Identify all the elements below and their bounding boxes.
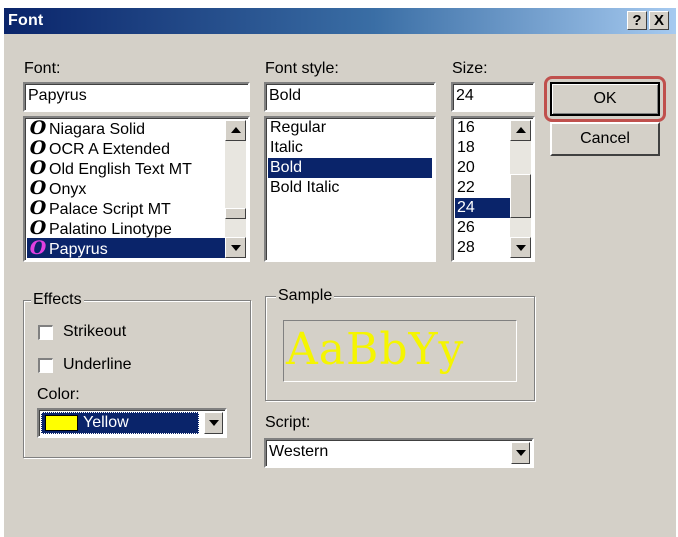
font-name-input[interactable]: Papyrus [23,82,250,112]
help-button[interactable]: ? [627,11,647,30]
scroll-down-button[interactable] [510,237,531,258]
title-bar[interactable]: Font ? X [4,8,676,34]
chevron-down-icon [516,450,526,456]
list-item-label: Old English Text MT [49,161,192,178]
strikeout-checkbox[interactable] [38,325,53,340]
size-list[interactable]: 16 18 20 22 24 26 28 [451,116,535,262]
underline-label[interactable]: Underline [63,356,131,374]
font-name-value: Papyrus [28,87,87,104]
list-item-label: 26 [457,219,475,236]
scroll-up-button[interactable] [225,120,246,141]
close-button[interactable]: X [649,11,669,30]
color-dropdown-button[interactable] [204,412,223,434]
opentype-font-icon: O [29,177,47,199]
list-item[interactable]: O OCR A Extended [27,138,246,158]
size-label: Size: [452,60,488,77]
sample-text: AaBbYy [286,324,465,375]
opentype-font-icon: O [29,237,47,259]
scroll-up-button[interactable] [510,120,531,141]
font-style-list[interactable]: Regular Italic Bold Bold Italic [264,116,436,262]
scroll-thumb[interactable] [225,208,246,219]
sample-label: Sample [276,287,335,305]
arrow-down-icon [231,245,241,251]
list-item-label: Onyx [49,181,87,198]
script-dropdown-button[interactable] [511,442,530,464]
font-style-label: Font style: [265,60,339,77]
font-list-scrollbar[interactable] [225,120,246,258]
font-list[interactable]: O Niagara Solid O OCR A Extended O Old Englis… [23,116,250,262]
chevron-down-icon [209,420,219,426]
cancel-button[interactable]: Cancel [550,122,660,156]
font-dialog: Font ? X Font: Papyrus O Niagara Solid O OC… [4,8,676,537]
dialog-title: Font [8,12,44,29]
font-style-value: Bold [269,87,302,104]
color-select[interactable]: Yellow [37,408,227,438]
arrow-up-icon [516,127,526,133]
opentype-font-icon: O [29,137,47,159]
list-item-label: 24 [457,199,475,216]
script-value: Western [269,443,329,460]
color-swatch [45,415,78,431]
size-value: 24 [456,87,474,104]
list-item-label: Bold [270,159,303,176]
opentype-font-icon: O [29,117,47,139]
list-item[interactable]: Bold Italic [268,178,432,198]
underline-checkbox[interactable] [38,358,53,373]
list-item[interactable]: O Papyrus [27,238,246,258]
list-item[interactable]: Regular [268,118,432,138]
list-item-label: Palatino Linotype [49,221,172,238]
list-item-label: 20 [457,159,475,176]
list-item-label: Palace Script MT [49,201,171,218]
script-label: Script: [265,414,311,431]
effects-label: Effects [31,291,84,309]
list-item[interactable]: O Old English Text MT [27,158,246,178]
list-item-label: 22 [457,179,475,196]
color-label: Color: [37,386,80,403]
list-item-label: Regular [270,119,327,136]
script-select[interactable]: Western [264,438,534,468]
list-item-label: 18 [457,139,475,156]
arrow-up-icon [231,127,241,133]
color-value: Yellow [83,414,129,431]
scroll-thumb[interactable] [510,174,531,218]
list-item[interactable]: O Palatino Linotype [27,218,246,238]
opentype-font-icon: O [29,157,47,179]
list-item[interactable]: Italic [268,138,432,158]
list-item[interactable]: O Palace Script MT [27,198,246,218]
ok-button[interactable]: OK [550,82,660,116]
font-style-input[interactable]: Bold [264,82,436,112]
list-item[interactable]: O Onyx [27,178,246,198]
list-item-label: OCR A Extended [49,141,170,158]
strikeout-label[interactable]: Strikeout [63,323,126,341]
list-item[interactable]: Bold [268,158,432,178]
list-item-label: Papyrus [49,241,108,258]
arrow-down-icon [516,245,526,251]
opentype-font-icon: O [29,217,47,239]
list-item-label: 16 [457,119,475,136]
sample-preview: AaBbYy [283,320,517,382]
list-item[interactable]: O Niagara Solid [27,118,246,138]
scroll-down-button[interactable] [225,237,246,258]
list-item-label: Bold Italic [270,179,340,196]
list-item-label: Niagara Solid [49,121,146,138]
font-label: Font: [24,60,61,77]
size-input[interactable]: 24 [451,82,535,112]
size-list-scrollbar[interactable] [510,120,531,258]
opentype-font-icon: O [29,197,47,219]
list-item-label: 28 [457,239,475,256]
list-item-label: Italic [270,139,303,156]
